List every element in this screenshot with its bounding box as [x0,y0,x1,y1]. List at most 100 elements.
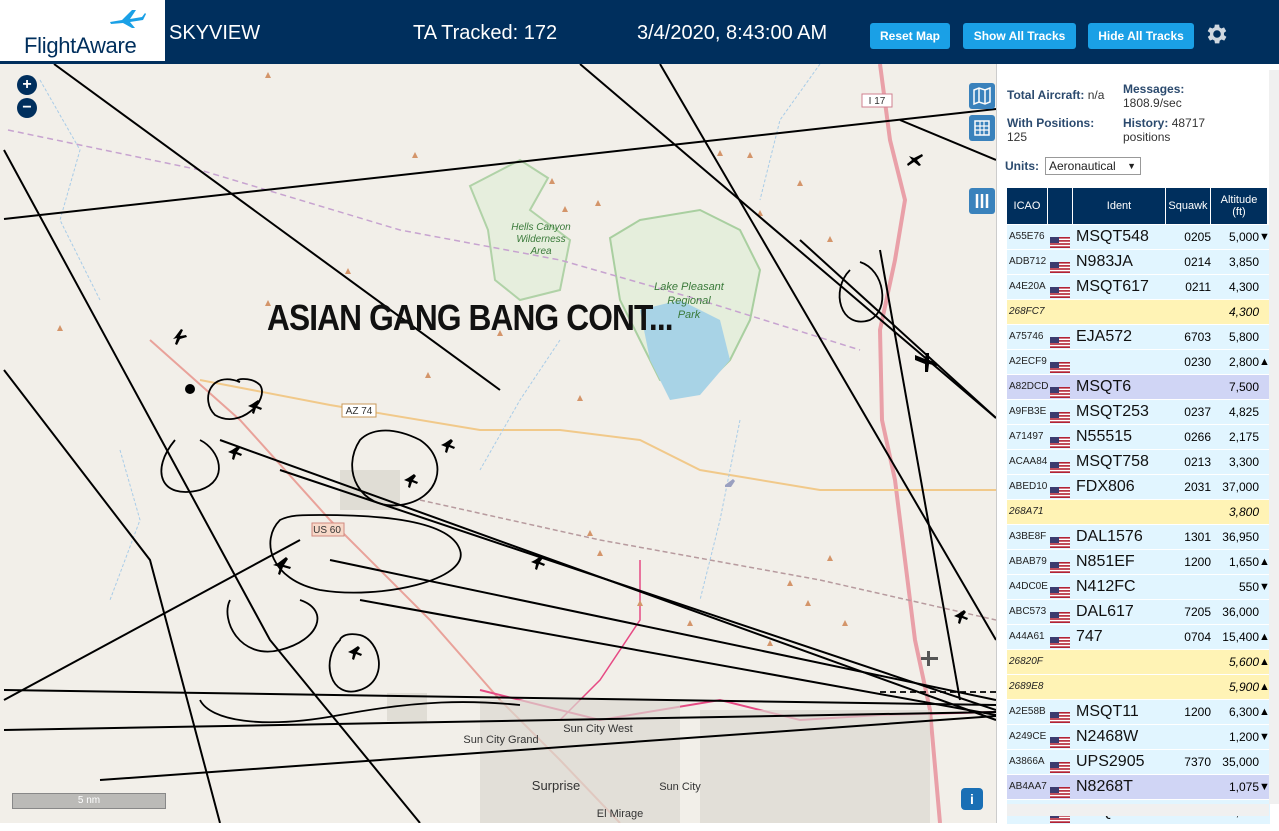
table-row[interactable]: A71497 N55515 0266 2,175 [1007,425,1270,450]
flightaware-logo[interactable]: FlightAware [0,0,165,64]
squawk-cell [1177,650,1211,674]
top-bar: FlightAware SKYVIEW TA Tracked: 172 3/4/… [0,0,1279,64]
history-unit: positions [1123,130,1171,144]
ident-cell: MSQT11 [1076,703,1139,720]
table-row[interactable]: ABC573 DAL617 7205 36,000 [1007,600,1270,625]
squawk-cell: 6703 [1184,330,1211,344]
info-button[interactable]: i [961,788,983,810]
map-label: Area [529,246,552,257]
squawk-cell: 1301 [1184,530,1211,544]
ident-cell: N851EF [1076,553,1135,570]
map-canvas[interactable]: Hells Canyon Wilderness Area Lake Pleasa… [0,64,996,823]
us-flag-icon [1050,782,1070,798]
column-altitude[interactable]: Altitude (ft) [1211,188,1267,224]
squawk-cell: 1200 [1184,555,1211,569]
us-flag-icon [1050,482,1070,498]
column-squawk[interactable]: Squawk [1166,188,1210,224]
table-row[interactable]: A44A61 747 0704 15,400 ▲ [1007,625,1270,650]
altitude-cell: 37,000 [1222,480,1259,494]
altitude-cell: 6,300 [1228,705,1259,719]
table-row[interactable]: ABAB79 N851EF 1200 1,650 ▲ [1007,550,1270,575]
ident-cell: DAL617 [1076,603,1134,620]
total-aircraft-label: Total Aircraft: [1007,88,1085,102]
gear-icon[interactable] [1204,21,1230,47]
table-row[interactable]: 26820F 5,600 ▲ [1007,650,1270,675]
ident-cell: N2468W [1076,728,1139,745]
history-stat: History: 48717 positions [1123,116,1253,144]
reset-map-button[interactable]: Reset Map [870,23,950,49]
column-flag[interactable] [1048,188,1072,224]
squawk-cell: 7205 [1184,605,1211,619]
squawk-cell: 0214 [1184,255,1211,269]
us-flag-icon [1050,257,1070,273]
us-flag-icon [1050,707,1070,723]
ident-cell: UPS2905 [1076,753,1145,770]
table-row[interactable]: AB4AA7 N8268T 1,075 ▼ [1007,775,1270,800]
table-row[interactable]: 2689E8 5,900 ▲ [1007,675,1270,700]
icao-cell: A2E58B [1009,706,1046,717]
horizontal-scrollbar[interactable] [1007,804,1269,816]
units-select[interactable]: Aeronautical ▼ [1045,157,1141,175]
table-row[interactable]: A75746 EJA572 6703 5,800 [1007,325,1270,350]
zoom-out-button[interactable]: − [17,98,37,118]
altitude-cell: 550 [1238,580,1259,594]
us-flag-icon [1050,282,1070,298]
icao-cell: A3BE8F [1009,531,1047,542]
squawk-cell: 2031 [1184,480,1211,494]
hide-all-tracks-button[interactable]: Hide All Tracks [1088,23,1194,49]
table-row[interactable]: ABED10 FDX806 2031 37,000 [1007,475,1270,500]
grid-icon[interactable] [969,115,995,141]
us-flag-icon [1050,332,1070,348]
history-value: 48717 [1171,116,1206,130]
us-flag-icon [1050,557,1070,573]
table-row[interactable]: A249CE N2468W 1,200 ▼ [1007,725,1270,750]
table-row[interactable]: ACAA84 MSQT758 0213 3,300 [1007,450,1270,475]
total-aircraft-value: n/a [1087,88,1105,102]
map-label: El Mirage [597,808,643,820]
column-ident[interactable]: Ident [1073,188,1165,224]
table-row[interactable]: A9FB3E MSQT253 0237 4,825 [1007,400,1270,425]
app-name: SKYVIEW [169,22,261,44]
table-row[interactable]: A4E20A MSQT617 0211 4,300 [1007,275,1270,300]
table-row[interactable]: A2ECF9 0230 2,800 ▲ [1007,350,1270,375]
us-flag-icon [1050,432,1070,448]
altitude-cell: 5,000 [1228,230,1259,244]
map-view[interactable]: Hells Canyon Wilderness Area Lake Pleasa… [0,64,996,823]
altitude-cell: 36,950 [1222,530,1259,544]
us-flag-icon [1050,632,1070,648]
map-layers-icon[interactable] [969,83,995,109]
icao-cell: A55E76 [1009,231,1045,242]
us-flag-icon [1050,732,1070,748]
table-row[interactable]: A55E76 MSQT548 0205 5,000 ▼ [1007,225,1270,250]
table-row[interactable]: ADB712 N983JA 0214 3,850 [1007,250,1270,275]
vertical-scrollbar[interactable] [1269,70,1279,804]
positions-value: 125 [1007,130,1028,144]
table-row[interactable]: 268FC7 4,300 [1007,300,1270,325]
us-flag-icon [1050,232,1070,248]
table-row[interactable]: A3BE8F DAL1576 1301 36,950 [1007,525,1270,550]
ident-cell: N55515 [1076,428,1133,445]
altitude-cell: 3,300 [1228,455,1259,469]
altitude-cell: 15,400 [1222,630,1259,644]
ident-cell: FDX806 [1076,478,1135,495]
scale-bar: 5 nm [12,793,166,809]
table-row[interactable]: A3866A UPS2905 7370 35,000 [1007,750,1270,775]
table-row[interactable]: A82DCD MSQT6 7,500 [1007,375,1270,400]
table-row[interactable]: 268A71 3,800 [1007,500,1270,525]
ident-cell: MSQT253 [1076,403,1149,420]
columns-icon[interactable] [969,188,995,214]
altitude-cell: 3,850 [1228,255,1259,269]
ident-cell: N983JA [1076,253,1133,270]
table-row[interactable]: A2E58B MSQT11 1200 6,300 ▲ [1007,700,1270,725]
column-icao[interactable]: ICAO [1007,188,1047,224]
history-label: History: [1123,116,1169,130]
show-all-tracks-button[interactable]: Show All Tracks [963,23,1076,49]
squawk-cell: 0266 [1184,430,1211,444]
ident-cell: MSQT617 [1076,278,1149,295]
table-row[interactable]: A4DC0E N412FC 550 ▼ [1007,575,1270,600]
aircraft-panel: Total Aircraft: n/a Messages: 1808.9/sec… [996,64,1279,825]
zoom-in-button[interactable]: + [17,75,37,95]
altitude-cell: 4,300 [1228,280,1259,294]
altitude-cell: 2,800 [1228,355,1259,369]
altitude-cell: 7,500 [1228,380,1259,394]
